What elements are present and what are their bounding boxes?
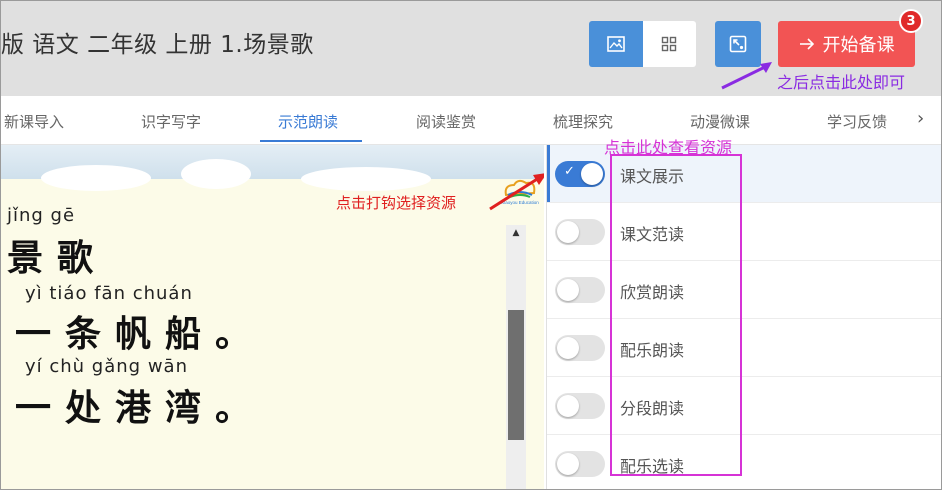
tab-model-reading[interactable]: 示范朗读 [278,111,338,132]
resource-toggle[interactable] [555,277,605,303]
annotation-arrow-icon [721,62,772,90]
resource-toggle[interactable]: ✓ [555,161,605,187]
section-tabs: 新课导入 识字写字 示范朗读 阅读鉴赏 梳理探究 动漫微课 学习反馈 › [1,96,941,145]
lesson-title: 版 语文 二年级 上册 1.场景歌 [1,32,314,58]
select-resource-annotation: 点击打钩选择资源 [336,194,457,212]
tab-literacy[interactable]: 识字写字 [141,111,201,132]
image-icon [606,36,625,52]
tab-animation-microlesson[interactable]: 动漫微课 [690,111,750,132]
selection-indicator [547,145,550,202]
header-bar: 版 语文 二年级 上册 1.场景歌 开始备课 3 之后点击此处即可 [1,1,941,96]
resource-item[interactable]: 课文范读 [547,203,941,261]
tab-intro[interactable]: 新课导入 [4,111,64,132]
scroll-thumb[interactable] [508,310,524,440]
text-viewer: Xiaoyou Education jǐng gē 景歌 yì tiáo fān… [1,145,544,489]
hanzi-line-3: 一处港湾。 [15,387,266,429]
resource-toggle[interactable] [555,335,605,361]
resource-list: ✓ 课文展示 课文范读 欣赏朗读 配乐朗读 分段朗读 配乐选读 [546,145,941,489]
viewer-scrollbar[interactable]: ▲ [506,225,526,489]
start-button-label: 开始备课 [822,35,895,56]
pinyin-line-3: yí chù gǎng wān [25,356,188,377]
pinyin-line-1: jǐng gē [7,205,76,226]
start-button-annotation: 之后点击此处即可 [777,73,906,92]
notification-badge: 3 [899,9,923,33]
tab-feedback[interactable]: 学习反馈 [827,111,887,132]
grid-icon [662,36,677,52]
tab-appreciation[interactable]: 阅读鉴赏 [416,111,476,132]
resource-toggle[interactable] [555,393,605,419]
resource-toggle[interactable] [555,219,605,245]
start-lesson-prep-button[interactable]: 开始备课 [778,21,915,67]
tab-exploration[interactable]: 梳理探究 [553,111,613,132]
sky-banner [1,145,544,191]
view-mode-toggle [589,21,696,67]
scroll-up-icon[interactable]: ▲ [506,227,526,239]
arrow-right-icon [799,38,814,50]
hanzi-line-1: 景歌 [7,237,108,279]
resource-item[interactable]: 配乐选读 [547,435,941,489]
resource-item[interactable]: 配乐朗读 [547,319,941,377]
resource-toggle[interactable] [555,451,605,477]
resource-item[interactable]: 欣赏朗读 [547,261,941,319]
grid-view-button[interactable] [642,21,696,67]
app-window: 版 语文 二年级 上册 1.场景歌 开始备课 3 之后点击此处即可 新课导入 识… [0,0,942,490]
annotation-arrow-icon [489,173,544,211]
hanzi-line-2: 一条帆船。 [15,313,266,355]
active-tab-indicator [260,140,362,142]
resource-item[interactable]: 分段朗读 [547,377,941,435]
check-icon: ✓ [564,164,575,179]
image-view-button[interactable] [589,21,643,67]
pinyin-line-2: yì tiáo fān chuán [25,283,193,304]
fullscreen-icon [729,35,747,53]
annotation-highlight-box [610,154,742,476]
chevron-right-icon[interactable]: › [917,108,924,129]
